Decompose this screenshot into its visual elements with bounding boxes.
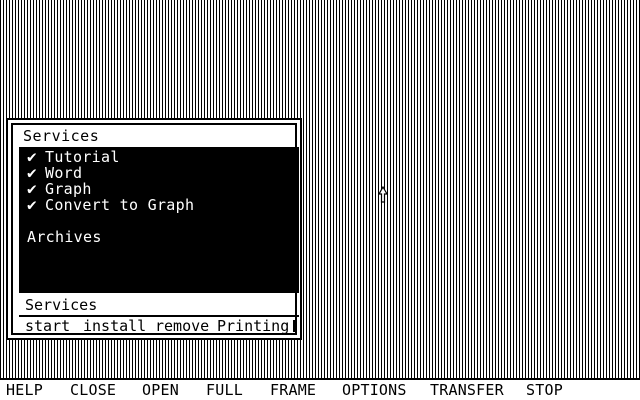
menu-frame[interactable]: FRAME <box>270 382 316 399</box>
menu-close[interactable]: CLOSE <box>70 382 116 399</box>
services-window[interactable]: Services ✔ Tutorial ✔ Word ✔ Graph ✔ Convert… <box>6 118 302 340</box>
list-item-archives[interactable]: Archives <box>27 229 102 245</box>
list-item-label: Tutorial <box>45 148 120 166</box>
menu-stop[interactable]: STOP <box>526 382 563 399</box>
services-list[interactable]: ✔ Tutorial ✔ Word ✔ Graph ✔ Convert to Graph… <box>19 147 299 293</box>
menu-bar: HELP CLOSE OPEN FULL FRAME OPTIONS TRANS… <box>0 378 640 400</box>
arrow-cursor-icon <box>378 186 388 203</box>
window-title: Services <box>23 127 100 145</box>
menu-options[interactable]: OPTIONS <box>342 382 407 399</box>
list-item-tutorial[interactable]: ✔ Tutorial <box>27 148 120 166</box>
scroll-indicator[interactable] <box>293 320 295 332</box>
menu-open[interactable]: OPEN <box>142 382 179 399</box>
list-item-label: Word <box>45 164 83 182</box>
footer-title: Services <box>25 296 98 314</box>
menu-transfer[interactable]: TRANSFER <box>430 382 504 399</box>
checkmark-icon: ✔ <box>27 195 37 214</box>
remove-button[interactable]: remove <box>155 318 209 334</box>
install-button[interactable]: install <box>83 318 146 334</box>
menu-full[interactable]: FULL <box>206 382 243 399</box>
action-bar: start install remove Printing <box>19 317 299 335</box>
printing-button[interactable]: Printing <box>217 318 289 334</box>
list-item-label: Convert to Graph <box>45 196 195 214</box>
window-frame: Services ✔ Tutorial ✔ Word ✔ Graph ✔ Convert… <box>11 123 299 335</box>
list-item-label: Graph <box>45 180 92 198</box>
menu-help[interactable]: HELP <box>6 382 43 399</box>
list-item-label: Archives <box>27 228 102 246</box>
list-item-convert-to-graph[interactable]: ✔ Convert to Graph <box>27 195 195 214</box>
start-button[interactable]: start <box>25 318 70 334</box>
